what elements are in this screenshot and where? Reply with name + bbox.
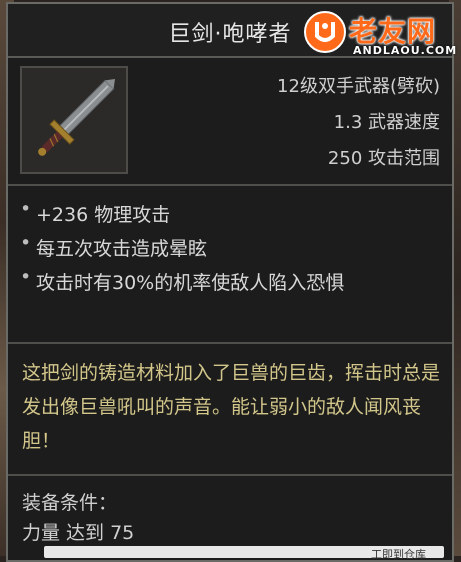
strength-requirement: 力量 达到 75 (22, 522, 135, 544)
divider (8, 184, 452, 186)
item-icon-frame (20, 66, 128, 174)
bullet-icon: • (20, 198, 32, 220)
watermark-logo-icon (304, 11, 346, 53)
item-lore: 这把剑的铸造材料加入了巨兽的巨齿，挥击时总是发出像巨兽吼叫的声音。能让弱小的敌人… (22, 362, 441, 452)
bottom-hint-bar: 工即到仓库 (44, 546, 444, 561)
weapon-speed: 1.3 武器速度 (333, 112, 440, 133)
effect-item: • 攻击时有30%的机率使敌人陷入恐惧 (20, 266, 345, 294)
divider (8, 474, 452, 476)
item-type: 12级双手武器(劈砍) (277, 76, 440, 97)
item-tooltip: 巨剑·咆哮者 12级双手武器(劈砍) 1.3 武器速度 250 攻击范围 • +2… (6, 2, 454, 562)
bullet-icon: • (20, 232, 32, 254)
sword-icon (38, 78, 116, 156)
bottom-hint-text: 工即到仓库 (371, 548, 426, 561)
requirements-title: 装备条件： (22, 492, 118, 514)
divider (8, 342, 452, 344)
effect-item: • +236 物理攻击 (20, 198, 171, 226)
watermark-url: ANDLAOU.COM (353, 44, 458, 57)
attack-range: 250 攻击范围 (327, 148, 440, 169)
site-watermark: 老友网 ANDLAOU.COM (301, 8, 456, 60)
bullet-icon: • (20, 266, 32, 288)
effect-item: • 每五次攻击造成晕眩 (20, 232, 208, 260)
